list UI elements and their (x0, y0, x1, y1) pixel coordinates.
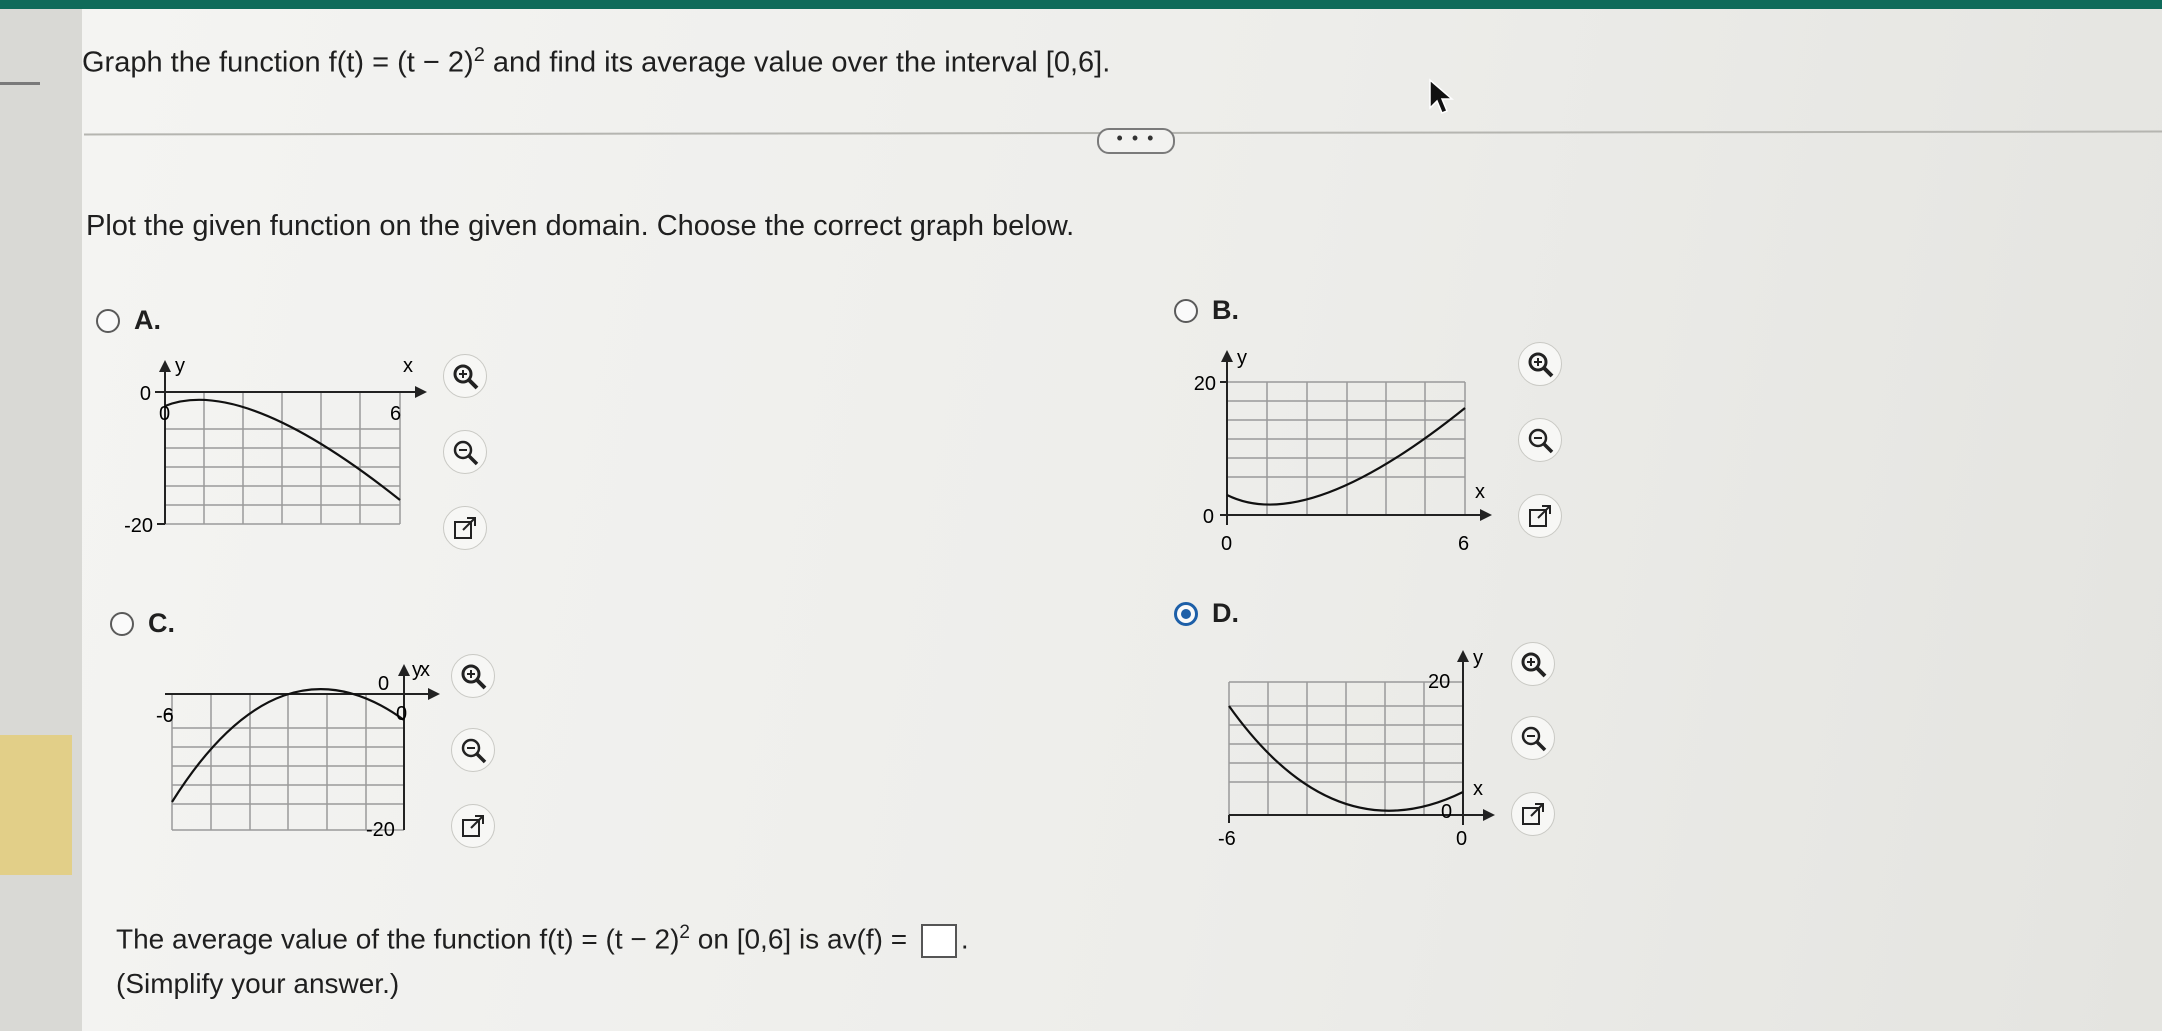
external-link-icon (1522, 803, 1544, 825)
graph-d: 20 y x 0 -6 0 (1218, 647, 1495, 850)
graph-d-x0-label: 0 (1456, 828, 1467, 850)
graph-a-ymin-label: -20 (124, 515, 153, 537)
graph-c-y0-label: 0 (378, 673, 389, 695)
graph-d-y-arrow (1457, 650, 1469, 662)
left-panel-accent (0, 735, 72, 875)
graph-b-y-arrow (1221, 350, 1233, 362)
zoom-in-icon (461, 664, 487, 690)
graph-c-zoom-in-button[interactable] (451, 654, 495, 698)
external-link-icon (454, 517, 476, 539)
graph-b-x6-label: 6 (1458, 533, 1469, 555)
graph-b-ymin-label: 0 (1203, 506, 1214, 528)
graph-b-grid (1226, 381, 1466, 515)
option-d[interactable]: D. (1174, 598, 1239, 629)
graph-b-expand-button[interactable] (1518, 494, 1562, 538)
graph-a-x-label: x (403, 355, 413, 377)
external-link-icon (462, 815, 484, 837)
graph-d-zoom-in-button[interactable] (1511, 642, 1555, 686)
option-c-label: C. (148, 608, 175, 638)
graph-b-zoom-out-button[interactable] (1518, 418, 1562, 462)
graph-b-ymax-label: 20 (1194, 373, 1216, 395)
graph-c-x-label: x (420, 659, 430, 681)
graph-a-grid (164, 391, 401, 525)
answer-input[interactable] (920, 923, 957, 958)
option-b[interactable]: B. (1174, 295, 1239, 326)
zoom-out-icon (453, 440, 479, 466)
option-d-label: D. (1212, 598, 1239, 628)
graph-d-ymax-label: 20 (1428, 671, 1450, 693)
graph-b-curve (1226, 407, 1466, 506)
graph-c-y-arrow (398, 664, 410, 676)
mouse-cursor-icon (1429, 78, 1455, 114)
top-bar (0, 0, 2162, 9)
graph-b-x-arrow (1480, 509, 1492, 521)
option-b-label: B. (1212, 295, 1239, 325)
graph-a-y-arrow (159, 360, 171, 372)
graph-d-y-label: y (1473, 647, 1483, 669)
graph-c-ymin-label: -20 (366, 819, 395, 841)
zoom-in-icon (453, 364, 479, 390)
option-a[interactable]: A. (96, 305, 161, 336)
graph-d-expand-button[interactable] (1511, 792, 1555, 836)
graph-b-x-label: x (1475, 481, 1485, 503)
option-b-radio[interactable] (1174, 298, 1198, 323)
graph-b-zoom-in-button[interactable] (1518, 342, 1562, 386)
graph-a: 0 -20 y x 0 6 (124, 355, 427, 537)
graph-a-x0-label: 0 (159, 403, 170, 425)
graph-d-x-label: x (1473, 778, 1483, 800)
graph-c-grid (171, 693, 405, 831)
graph-d-x-arrow (1483, 809, 1495, 821)
zoom-out-icon (1521, 726, 1547, 752)
question-text: Graph the function f(t) = (t − 2)2 and f… (82, 44, 1111, 79)
graph-b-x0-label: 0 (1221, 533, 1232, 555)
graph-d-xmin-label: -6 (1218, 828, 1236, 850)
graph-c-expand-button[interactable] (451, 804, 495, 848)
graph-a-ymax-label: 0 (140, 383, 151, 405)
graph-d-y0-label: 0 (1441, 801, 1452, 823)
graph-a-y-label: y (175, 355, 185, 377)
external-link-icon (1529, 505, 1551, 527)
left-panel-marker (0, 82, 40, 85)
graph-c: 0 0 -20 -6 y x (156, 659, 440, 841)
graph-a-x-arrow (415, 386, 427, 398)
graph-a-x6-label: 6 (390, 403, 401, 425)
graph-c-x-arrow (428, 688, 440, 700)
expand-more-button[interactable]: • • • (1097, 128, 1175, 154)
graph-d-zoom-out-button[interactable] (1511, 716, 1555, 760)
option-c[interactable]: C. (110, 608, 175, 639)
graph-a-zoom-in-button[interactable] (443, 354, 487, 398)
option-c-radio[interactable] (110, 611, 134, 636)
graph-b: 20 0 y x 0 6 (1194, 347, 1492, 555)
zoom-out-icon (461, 738, 487, 764)
zoom-out-icon (1528, 428, 1554, 454)
option-a-radio[interactable] (96, 308, 120, 333)
zoom-in-icon (1521, 652, 1547, 678)
left-panel-edge (0, 9, 82, 1031)
graph-a-zoom-out-button[interactable] (443, 430, 487, 474)
graph-c-xmin-label: -6 (156, 705, 174, 727)
answer-line: The average value of the function f(t) =… (116, 922, 969, 958)
option-d-radio[interactable] (1174, 601, 1198, 626)
simplify-note: (Simplify your answer.) (116, 968, 400, 999)
graph-c-zoom-out-button[interactable] (451, 728, 495, 772)
zoom-in-icon (1528, 352, 1554, 378)
instruction-text: Plot the given function on the given dom… (86, 210, 1075, 242)
graph-a-expand-button[interactable] (443, 506, 487, 550)
option-a-label: A. (134, 305, 161, 335)
graph-b-y-label: y (1237, 347, 1247, 369)
graph-c-x0-label: 0 (396, 703, 407, 725)
